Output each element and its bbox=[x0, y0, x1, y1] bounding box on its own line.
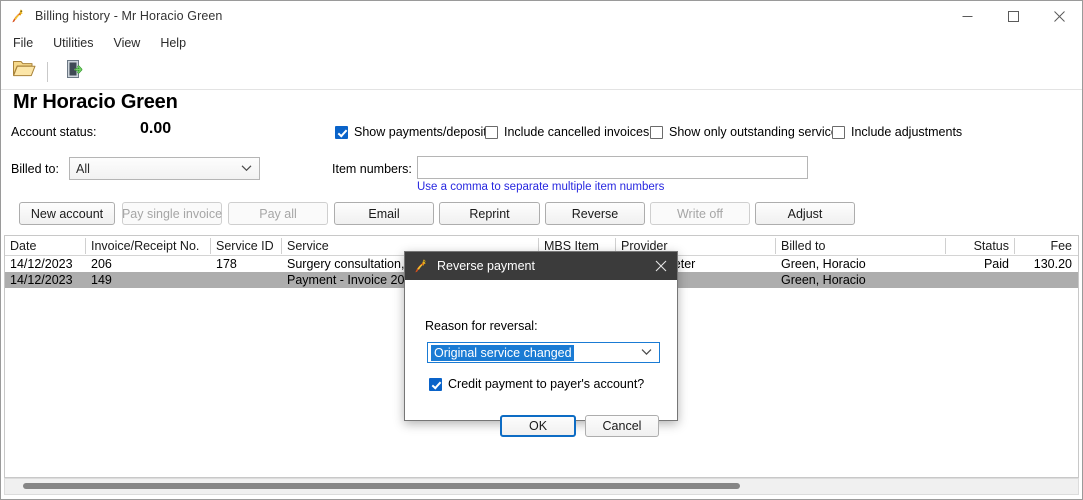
checkbox-label: Show only outstanding services bbox=[669, 125, 845, 139]
item-numbers-label: Item numbers: bbox=[332, 162, 412, 176]
cell-status bbox=[946, 272, 1014, 288]
account-status-value: 0.00 bbox=[140, 120, 172, 137]
exit-button[interactable] bbox=[58, 56, 92, 88]
reason-for-reversal-select[interactable]: Original service changed bbox=[427, 342, 660, 363]
checkbox-show-payments-deposits[interactable]: Show payments/deposits bbox=[335, 125, 493, 139]
scrollbar-thumb[interactable] bbox=[23, 483, 740, 489]
chevron-down-icon bbox=[241, 161, 252, 175]
checkbox-label: Show payments/deposits bbox=[354, 125, 493, 139]
column-header-invoice-no[interactable]: Invoice/Receipt No. bbox=[86, 236, 210, 256]
pay-single-invoice-button[interactable]: Pay single invoice bbox=[122, 202, 222, 225]
checkbox-box bbox=[429, 377, 442, 391]
checkbox-box bbox=[832, 125, 845, 139]
checkbox-include-cancelled-invoices[interactable]: Include cancelled invoices bbox=[485, 125, 649, 139]
item-numbers-hint: Use a comma to separate multiple item nu… bbox=[417, 181, 665, 193]
adjust-button[interactable]: Adjust bbox=[755, 202, 855, 225]
billed-to-select[interactable]: All bbox=[69, 157, 260, 180]
cell-status: Paid bbox=[983, 257, 1009, 271]
open-folder-icon bbox=[12, 58, 36, 85]
cell-fee: 130.20 bbox=[1033, 257, 1072, 271]
dialog-body: Reason for reversal: Original service ch… bbox=[405, 280, 677, 437]
dialog-title: Reverse payment bbox=[437, 259, 535, 273]
page-title: Mr Horacio Green bbox=[13, 91, 178, 113]
cell-fee bbox=[1015, 272, 1077, 288]
new-account-button[interactable]: New account bbox=[19, 202, 115, 225]
billing-history-window: Billing history - Mr Horacio Green File … bbox=[0, 0, 1083, 500]
billed-to-label: Billed to: bbox=[11, 162, 59, 176]
app-bird-icon bbox=[10, 8, 26, 24]
checkbox-show-only-outstanding-services[interactable]: Show only outstanding services bbox=[650, 125, 844, 139]
dialog-close-button[interactable] bbox=[645, 252, 677, 280]
account-status-label: Account status: bbox=[11, 125, 97, 139]
reason-for-reversal-label: Reason for reversal: bbox=[425, 319, 538, 333]
checkbox-label: Credit payment to payer's account? bbox=[448, 377, 645, 391]
checkbox-label: Include adjustments bbox=[851, 125, 963, 139]
menu-file[interactable]: File bbox=[3, 34, 43, 52]
write-off-button[interactable]: Write off bbox=[650, 202, 750, 225]
column-divider[interactable] bbox=[85, 238, 86, 254]
column-divider[interactable] bbox=[775, 238, 776, 254]
billed-to-value: All bbox=[76, 161, 90, 176]
checkbox-box bbox=[335, 125, 348, 139]
window-title: Billing history - Mr Horacio Green bbox=[35, 9, 223, 23]
titlebar: Billing history - Mr Horacio Green bbox=[1, 1, 1082, 32]
horizontal-scrollbar[interactable] bbox=[4, 478, 1079, 495]
toolbar bbox=[1, 54, 1082, 90]
dialog-cancel-button[interactable]: Cancel bbox=[585, 415, 659, 437]
cell-billed-to: Green, Horacio bbox=[781, 273, 866, 287]
column-divider[interactable] bbox=[281, 238, 282, 254]
menu-view[interactable]: View bbox=[103, 34, 150, 52]
column-header-billed-to[interactable]: Billed to bbox=[776, 236, 945, 256]
column-divider[interactable] bbox=[1014, 238, 1015, 254]
email-button[interactable]: Email bbox=[334, 202, 434, 225]
minimize-button[interactable] bbox=[944, 1, 990, 32]
checkbox-box bbox=[485, 125, 498, 139]
column-header-status[interactable]: Status bbox=[946, 236, 1014, 256]
exit-door-icon bbox=[64, 58, 86, 85]
checkbox-include-adjustments[interactable]: Include adjustments bbox=[832, 125, 962, 139]
window-controls bbox=[944, 1, 1082, 32]
reason-for-reversal-value: Original service changed bbox=[431, 344, 574, 361]
reverse-payment-dialog: Reverse payment Reason for reversal: Ori… bbox=[404, 251, 678, 437]
cell-service-id: 178 bbox=[216, 257, 237, 271]
checkbox-credit-payment-to-payers-account[interactable]: Credit payment to payer's account? bbox=[429, 377, 644, 391]
checkbox-label: Include cancelled invoices bbox=[504, 125, 650, 139]
pay-all-button[interactable]: Pay all bbox=[228, 202, 328, 225]
column-header-service-id[interactable]: Service ID bbox=[211, 236, 281, 256]
column-header-date[interactable]: Date bbox=[5, 236, 85, 256]
dialog-titlebar: Reverse payment bbox=[405, 252, 677, 280]
column-divider[interactable] bbox=[210, 238, 211, 254]
toolbar-separator bbox=[47, 61, 48, 82]
column-divider[interactable] bbox=[945, 238, 946, 254]
cell-invoice-no: 149 bbox=[91, 273, 112, 287]
menu-utilities[interactable]: Utilities bbox=[43, 34, 103, 52]
item-numbers-input[interactable] bbox=[417, 156, 808, 179]
dialog-bird-icon bbox=[413, 258, 429, 274]
action-button-row: New account Pay single invoice Pay all E… bbox=[1, 202, 1082, 226]
chevron-down-icon bbox=[641, 343, 652, 361]
reprint-button[interactable]: Reprint bbox=[439, 202, 540, 225]
cell-billed-to: Green, Horacio bbox=[781, 257, 866, 271]
reverse-button[interactable]: Reverse bbox=[545, 202, 645, 225]
close-button[interactable] bbox=[1036, 1, 1082, 32]
cell-invoice-no: 206 bbox=[91, 257, 112, 271]
cell-date: 14/12/2023 bbox=[10, 273, 73, 287]
menu-help[interactable]: Help bbox=[150, 34, 196, 52]
maximize-button[interactable] bbox=[990, 1, 1036, 32]
dialog-ok-button[interactable]: OK bbox=[500, 415, 576, 437]
cell-date: 14/12/2023 bbox=[10, 257, 73, 271]
checkbox-box bbox=[650, 125, 663, 139]
open-folder-button[interactable] bbox=[7, 56, 41, 88]
cell-service-id bbox=[211, 272, 281, 288]
column-header-fee[interactable]: Fee bbox=[1015, 236, 1077, 256]
menubar: File Utilities View Help bbox=[1, 32, 1082, 54]
